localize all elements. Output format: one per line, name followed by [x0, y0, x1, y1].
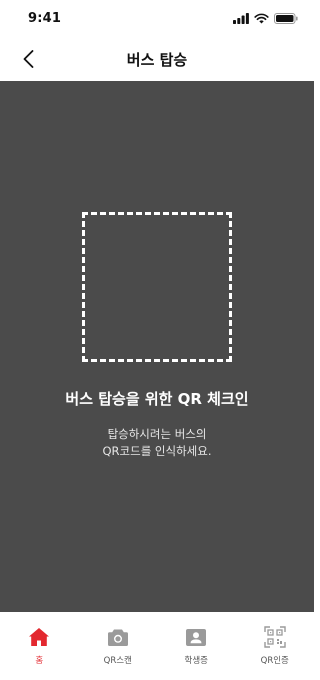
tab-label: 학생증: [184, 656, 208, 666]
scan-title: 버스 탑승을 위한 QR 체크인: [65, 390, 249, 408]
navigation-bar: 버스 탑승: [0, 38, 314, 81]
status-icons: [233, 13, 298, 24]
page-title: 버스 탑승: [126, 51, 188, 69]
tab-home[interactable]: 홈: [0, 612, 79, 680]
signal-icon: [233, 13, 249, 24]
bottom-tab-bar: 홈 QR스캔 학생증 QR인증: [0, 612, 314, 680]
status-bar: 9:41: [0, 0, 314, 38]
battery-icon: [274, 13, 298, 24]
qr-scanner-view: 버스 탑승을 위한 QR 체크인 탑승하시려는 버스의 QR코드를 인식하세요.: [0, 81, 314, 612]
camera-icon: [107, 626, 129, 648]
tab-qr-auth[interactable]: QR인증: [236, 612, 315, 680]
scan-frame: [82, 212, 232, 362]
scan-description-line: QR코드를 인식하세요.: [102, 444, 212, 458]
tab-student-id[interactable]: 학생증: [157, 612, 236, 680]
wifi-icon: [254, 13, 269, 24]
tab-label: QR인증: [260, 656, 289, 666]
home-icon: [28, 626, 50, 648]
scan-description-line: 탑승하시려는 버스의: [107, 427, 207, 441]
tab-qr-scan[interactable]: QR스캔: [79, 612, 158, 680]
tab-label: 홈: [35, 656, 44, 666]
scan-description: 탑승하시려는 버스의 QR코드를 인식하세요.: [0, 426, 314, 460]
id-card-icon: [185, 626, 207, 648]
status-time: 9:41: [28, 11, 62, 26]
qr-code-icon: [264, 626, 286, 648]
tab-label: QR스캔: [103, 656, 132, 666]
